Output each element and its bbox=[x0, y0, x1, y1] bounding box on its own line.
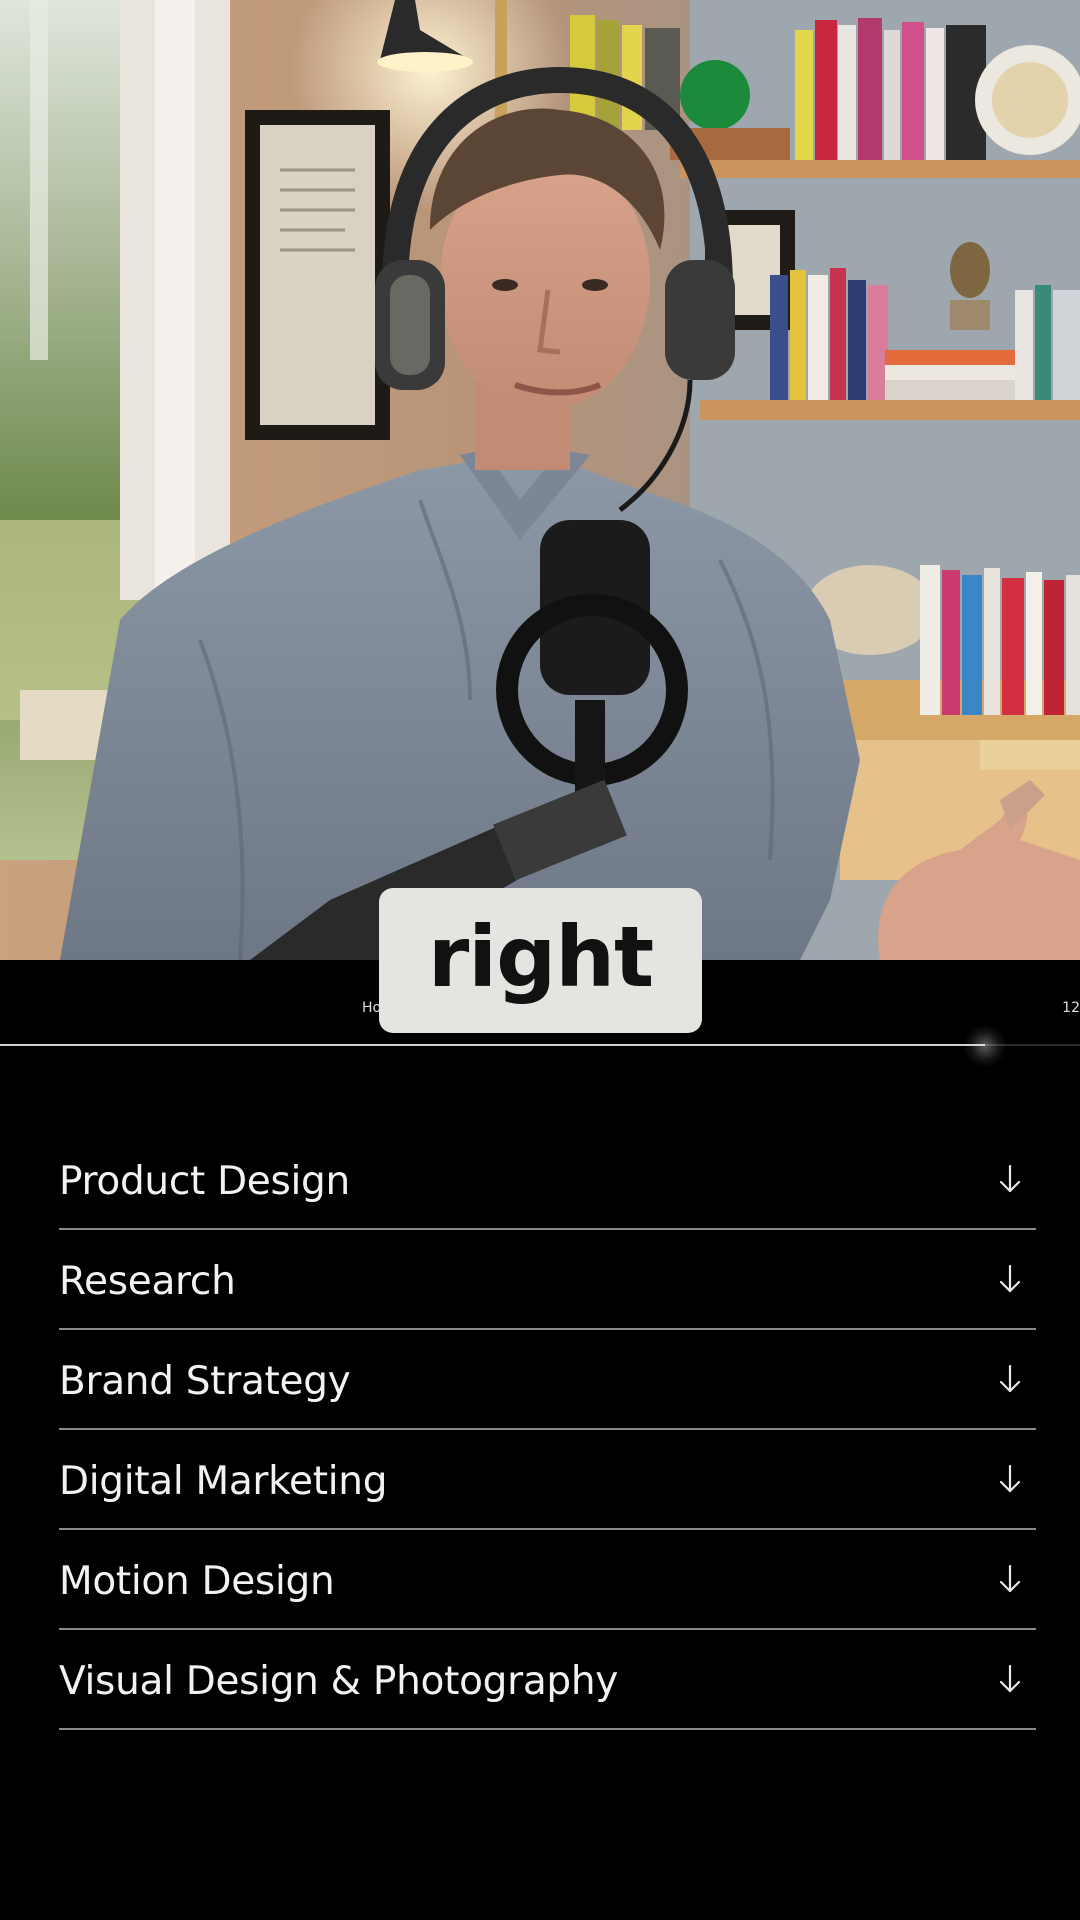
accordion-item-label: Motion Design bbox=[59, 1558, 335, 1604]
arrow-down-icon[interactable] bbox=[998, 1460, 1036, 1498]
accordion-item-label: Product Design bbox=[59, 1158, 350, 1204]
nav-text-partial: 12 bbox=[1062, 1000, 1080, 1016]
arrow-down-icon[interactable] bbox=[998, 1260, 1036, 1298]
accordion-item[interactable]: Research bbox=[59, 1230, 1036, 1330]
accordion-item[interactable]: Visual Design & Photography bbox=[59, 1630, 1036, 1730]
accordion-item-label: Digital Marketing bbox=[59, 1458, 388, 1504]
scroll-progress-fill bbox=[0, 1044, 985, 1046]
arrow-down-icon[interactable] bbox=[998, 1560, 1036, 1598]
arrow-down-icon[interactable] bbox=[998, 1160, 1036, 1198]
accordion-item[interactable]: Brand Strategy bbox=[59, 1330, 1036, 1430]
accordion-item-label: Brand Strategy bbox=[59, 1358, 351, 1404]
scroll-progress-handle[interactable] bbox=[962, 1024, 1007, 1068]
caption-text: right bbox=[427, 907, 654, 1006]
accordion-item-label: Research bbox=[59, 1258, 236, 1304]
accordion-item[interactable]: Product Design bbox=[59, 1130, 1036, 1230]
arrow-down-icon[interactable] bbox=[998, 1360, 1036, 1398]
arrow-down-icon[interactable] bbox=[998, 1660, 1036, 1698]
webcam-scene-illustration bbox=[0, 0, 1080, 960]
webcam-video-frame bbox=[0, 0, 1080, 960]
services-accordion: Product Design Research Brand Strategy Digi… bbox=[59, 1130, 1036, 1730]
accordion-item[interactable]: Motion Design bbox=[59, 1530, 1036, 1630]
accordion-item-label: Visual Design & Photography bbox=[59, 1658, 619, 1704]
accordion-item[interactable]: Digital Marketing bbox=[59, 1430, 1036, 1530]
scroll-progress-track bbox=[0, 1024, 1080, 1068]
caption-box: right bbox=[379, 888, 702, 1033]
